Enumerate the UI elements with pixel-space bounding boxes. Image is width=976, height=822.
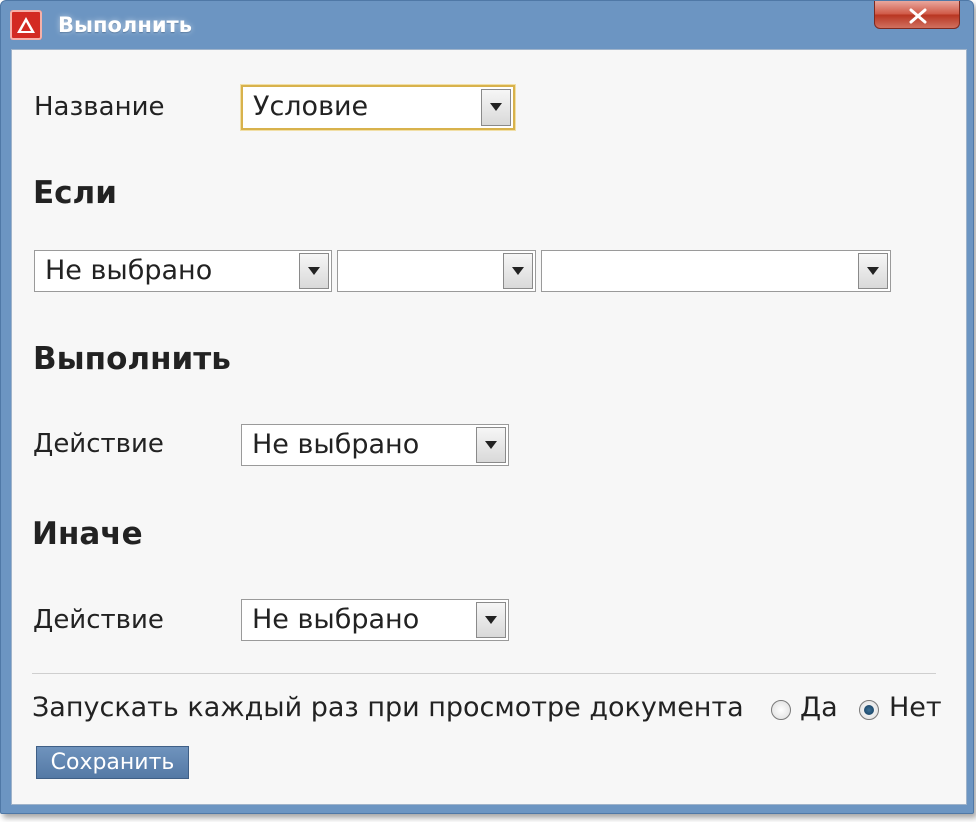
else-action-select[interactable]: Не выбрано (241, 599, 509, 641)
then-action-label: Действие (33, 429, 164, 459)
radio-no[interactable] (859, 700, 879, 720)
divider (32, 673, 936, 674)
if-heading: Если (33, 175, 117, 211)
name-select[interactable]: Условие (241, 85, 515, 130)
run-each-time-label: Запускать каждый раз при просмотре докум… (32, 692, 744, 723)
condition-value-select[interactable] (541, 250, 891, 292)
close-icon (909, 8, 927, 24)
condition-operator-select[interactable] (337, 250, 536, 292)
then-action-select[interactable]: Не выбрано (241, 424, 509, 466)
then-action-value: Не выбрано (252, 429, 420, 460)
chevron-down-icon[interactable] (481, 89, 511, 126)
else-heading: Иначе (32, 516, 143, 552)
dialog-window: Выполнить Название Условие Если Не выбра… (0, 0, 974, 814)
chevron-down-icon[interactable] (476, 602, 506, 638)
condition-field-select[interactable]: Не выбрано (34, 250, 332, 292)
title-bar[interactable]: Выполнить (1, 1, 973, 49)
dialog-content: Название Условие Если Не выбрано Выполни… (11, 49, 967, 805)
then-heading: Выполнить (33, 341, 231, 377)
radio-yes[interactable] (771, 700, 791, 720)
close-button[interactable] (874, 1, 960, 29)
app-warning-icon (10, 10, 42, 40)
chevron-down-icon[interactable] (299, 253, 329, 289)
name-label: Название (34, 92, 165, 122)
chevron-down-icon[interactable] (858, 253, 888, 289)
else-action-value: Не выбрано (252, 604, 420, 635)
window-title: Выполнить (58, 13, 192, 37)
radio-no-label[interactable]: Нет (889, 692, 942, 723)
else-action-label: Действие (33, 605, 164, 635)
radio-yes-label[interactable]: Да (800, 692, 838, 723)
save-button[interactable]: Сохранить (36, 746, 189, 779)
chevron-down-icon[interactable] (476, 427, 506, 463)
chevron-down-icon[interactable] (503, 253, 533, 289)
condition-field-value: Не выбрано (45, 255, 213, 286)
name-select-value: Условие (253, 91, 369, 122)
